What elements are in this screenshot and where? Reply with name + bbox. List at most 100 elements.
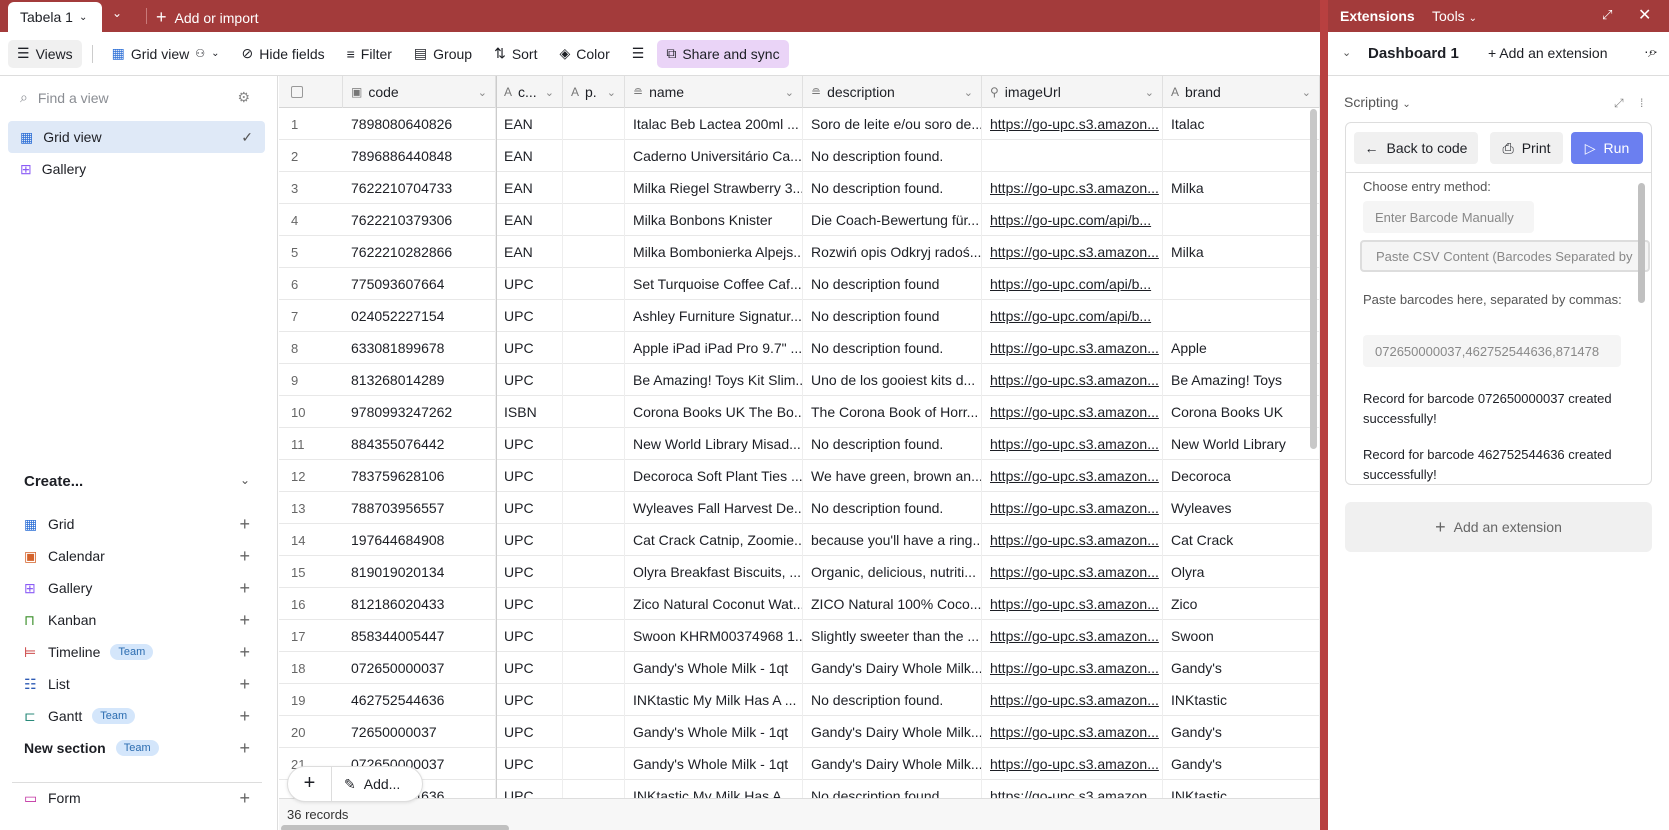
image-url-cell[interactable]: https://go-upc.com/api/b...	[982, 204, 1163, 236]
find-view-input[interactable]: ⌕ Find a view ⚙	[20, 89, 250, 106]
chevron-down-icon[interactable]: ⌄	[1342, 46, 1351, 59]
expand-icon[interactable]: ⤢	[1614, 96, 1624, 111]
create-item-grid[interactable]: ▦ Grid +	[24, 510, 250, 538]
plus-icon[interactable]: +	[239, 578, 250, 599]
output-scrollbar[interactable]	[1638, 183, 1645, 303]
plus-icon[interactable]: +	[239, 674, 250, 695]
image-url-cell[interactable]: https://go-upc.s3.amazon...	[982, 556, 1163, 588]
hide-fields-button[interactable]: ⊘ Hide fields	[233, 40, 334, 68]
add-with-ai-button[interactable]: ✎ Add...	[332, 776, 400, 793]
table-row[interactable]: 12 783759628106 UPC Decoroca Soft Plant Tie…	[279, 460, 1320, 492]
table-row[interactable]: 7 024052227154 UPC Ashley Furniture Signatu…	[279, 300, 1320, 332]
image-url-cell[interactable]: https://go-upc.s3.amazon...	[982, 684, 1163, 716]
sidebar-view-gallery[interactable]: ⊞ Gallery	[8, 153, 265, 185]
image-url-cell[interactable]: https://go-upc.s3.amazon...	[982, 460, 1163, 492]
drag-handle-icon[interactable]: ⁞	[1640, 96, 1643, 110]
table-row[interactable]: 5 7622210282866 EAN Milka Bombonierka Alpej…	[279, 236, 1320, 268]
table-row[interactable]: 10 9780993247262 ISBN Corona Books UK The B…	[279, 396, 1320, 428]
color-button[interactable]: ◈ Color	[551, 40, 619, 68]
table-row[interactable]: 1 7898080640826 EAN Italac Beb Lactea 200ml…	[279, 108, 1320, 140]
chevron-down-icon[interactable]: ⌄	[1302, 86, 1311, 99]
image-url-cell[interactable]: https://go-upc.s3.amazon...	[982, 492, 1163, 524]
create-item-calendar[interactable]: ▣ Calendar +	[24, 542, 250, 570]
row-height-button[interactable]: ☰	[623, 40, 654, 68]
image-url-cell[interactable]: https://go-upc.s3.amazon...	[982, 748, 1163, 780]
image-url-cell[interactable]: https://go-upc.s3.amazon...	[982, 652, 1163, 684]
chevron-down-icon[interactable]: ⌄	[478, 86, 487, 99]
plus-icon[interactable]: +	[239, 642, 250, 663]
image-url-cell[interactable]: https://go-upc.com/api/b...	[982, 268, 1163, 300]
image-url-cell[interactable]: https://go-upc.s3.amazon...	[982, 396, 1163, 428]
table-row[interactable]: 19 462752544636 UPC INKtastic My Milk Has A…	[279, 684, 1320, 716]
image-url-cell[interactable]: https://go-upc.s3.amazon...	[982, 428, 1163, 460]
table-row[interactable]: 11 884355076442 UPC New World Library Misad…	[279, 428, 1320, 460]
table-row[interactable]: 21 072650000037 UPC Gandy's Whole Milk - 1q…	[279, 748, 1320, 780]
column-header-p[interactable]: Ap. ⌄	[563, 76, 625, 108]
group-button[interactable]: ▤ Group	[405, 40, 481, 68]
table-row[interactable]: 17 858344005447 UPC Swoon KHRM00374968 1...…	[279, 620, 1320, 652]
create-item-form[interactable]: ▭ Form +	[24, 784, 250, 812]
gear-icon[interactable]: ⚙	[237, 89, 250, 106]
create-section-header[interactable]: Create... ⌄	[24, 473, 250, 490]
create-item-kanban[interactable]: ⊓ Kanban +	[24, 606, 250, 634]
table-row[interactable]: 2 7896886440848 EAN Caderno Universitário C…	[279, 140, 1320, 172]
image-url-cell[interactable]: https://go-upc.s3.amazon...	[982, 620, 1163, 652]
views-button[interactable]: ☰ Views	[8, 39, 82, 68]
plus-icon[interactable]: +	[239, 738, 250, 759]
enter-manually-option[interactable]: Enter Barcode Manually	[1363, 201, 1534, 233]
barcodes-input[interactable]: 072650000037,462752544636,871478	[1363, 335, 1621, 367]
plus-icon[interactable]: +	[239, 788, 250, 809]
table-row[interactable]: 20 72650000037 UPC Gandy's Whole Milk - 1qt…	[279, 716, 1320, 748]
table-tab[interactable]: Tabela 1 ⌄	[8, 2, 102, 32]
plus-icon[interactable]: +	[239, 706, 250, 727]
print-button[interactable]: ⎙ Print	[1490, 132, 1563, 164]
plus-icon[interactable]: +	[239, 546, 250, 567]
add-record-button[interactable]: +	[288, 766, 332, 802]
create-item-list[interactable]: ☷ List +	[24, 670, 250, 698]
grid-view-button[interactable]: ▦ Grid view ⚇ ⌄	[103, 40, 229, 68]
table-row[interactable]: 13 788703956557 UPC Wyleaves Fall Harvest D…	[279, 492, 1320, 524]
sort-button[interactable]: ⇅ Sort	[485, 40, 546, 68]
column-header-description[interactable]: ≘ description ⌄	[803, 76, 982, 108]
panel-resize-handle[interactable]	[1320, 0, 1328, 830]
paste-csv-option[interactable]: Paste CSV Content (Barcodes Separated by	[1360, 240, 1650, 272]
image-url-cell[interactable]: https://go-upc.s3.amazon...	[982, 524, 1163, 556]
close-icon[interactable]: ✕	[1638, 5, 1651, 25]
chevron-down-icon[interactable]: ⌄	[1145, 86, 1154, 99]
dashboard-title[interactable]: Dashboard 1	[1368, 45, 1459, 62]
table-row[interactable]: 16 812186020433 UPC Zico Natural Coconut Wa…	[279, 588, 1320, 620]
chevron-down-icon[interactable]: ⌄	[785, 86, 794, 99]
column-header-name[interactable]: ≘ name ⌄	[625, 76, 803, 108]
more-icon[interactable]: ···	[1644, 43, 1658, 59]
expand-icon[interactable]: ⤢	[1602, 7, 1612, 23]
table-row[interactable]: 15 819019020134 UPC Olyra Breakfast Biscuit…	[279, 556, 1320, 588]
column-header-brand[interactable]: Abrand ⌄	[1163, 76, 1320, 108]
vertical-scrollbar[interactable]	[1310, 109, 1317, 449]
table-row[interactable]: 14 197644684908 UPC Cat Crack Catnip, Zoomi…	[279, 524, 1320, 556]
image-url-cell[interactable]: https://go-upc.s3.amazon...	[982, 332, 1163, 364]
create-item-new-section[interactable]: New section Team +	[24, 734, 250, 762]
chevron-down-icon[interactable]: ⌄	[607, 86, 616, 99]
table-row[interactable]: 6 775093607664 UPC Set Turquoise Coffee Caf…	[279, 268, 1320, 300]
add-or-import-button[interactable]: + Add or import	[156, 7, 259, 28]
image-url-cell[interactable]: https://go-upc.s3.amazon...	[982, 588, 1163, 620]
image-url-cell[interactable]: https://go-upc.s3.amazon...	[982, 236, 1163, 268]
add-extension-button[interactable]: + Add an extension	[1488, 45, 1608, 61]
back-to-code-button[interactable]: ← Back to code	[1354, 132, 1478, 164]
select-all-checkbox[interactable]	[279, 76, 343, 108]
image-url-cell[interactable]: https://go-upc.s3.amazon...	[982, 364, 1163, 396]
column-header-c[interactable]: Ac... ⌄	[496, 76, 563, 108]
table-row[interactable]: 4 7622210379306 EAN Milka Bonbons Knister Di…	[279, 204, 1320, 236]
table-row[interactable]: 3 7622210704733 EAN Milka Riegel Strawberry…	[279, 172, 1320, 204]
plus-icon[interactable]: +	[239, 514, 250, 535]
plus-icon[interactable]: +	[239, 610, 250, 631]
run-button[interactable]: ▷ Run	[1571, 132, 1643, 164]
create-item-timeline[interactable]: ⊨ Timeline Team +	[24, 638, 250, 666]
image-url-cell[interactable]: https://go-upc.s3.amazon...	[982, 716, 1163, 748]
scripting-menu[interactable]: Scripting ⌄	[1344, 94, 1411, 110]
share-and-sync-button[interactable]: ⧉ Share and sync	[657, 39, 789, 68]
filter-button[interactable]: ≡ Filter	[338, 40, 401, 68]
create-item-gallery[interactable]: ⊞ Gallery +	[24, 574, 250, 602]
tables-dropdown-icon[interactable]: ⌄	[112, 6, 122, 20]
horizontal-scrollbar[interactable]	[281, 825, 509, 830]
